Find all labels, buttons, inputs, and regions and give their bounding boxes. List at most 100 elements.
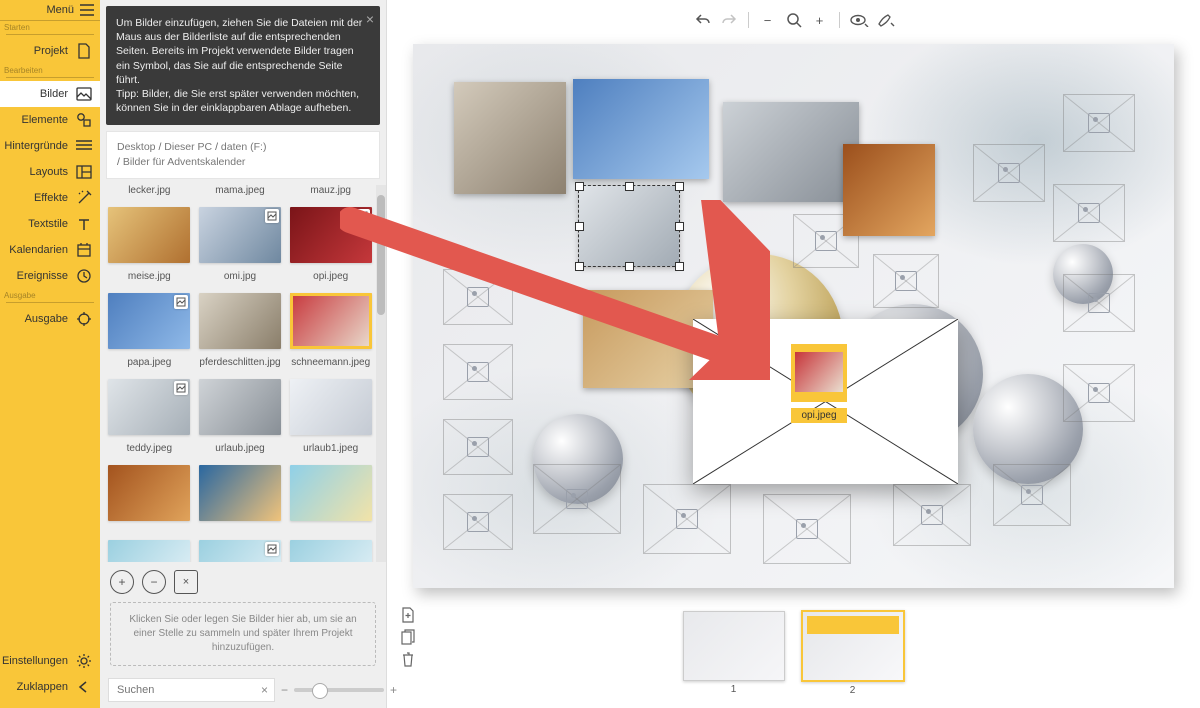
clear-search-icon[interactable]: × <box>261 683 268 697</box>
image-placeholder[interactable] <box>533 464 621 534</box>
duplicate-page-button[interactable] <box>399 628 417 646</box>
page-thumb-1[interactable]: 1 <box>683 611 785 695</box>
thumb-schneemann.jpeg[interactable] <box>290 379 372 435</box>
image-icon <box>76 86 92 102</box>
thumb-size-slider[interactable] <box>294 688 384 692</box>
nav-ereignisse[interactable]: Ereignisse <box>0 263 100 289</box>
thumb-urlaub1.jpeg[interactable] <box>290 465 372 521</box>
placed-photo-papa[interactable] <box>579 186 679 266</box>
image-icon <box>467 362 489 382</box>
page-thumb-2[interactable]: 2 <box>801 610 905 696</box>
zoom-out-icon[interactable]: − <box>281 683 288 697</box>
resize-handle[interactable] <box>575 222 584 231</box>
thumb-opi.jpeg[interactable] <box>290 293 372 349</box>
thumb-name: urlaub1.jpeg <box>303 443 358 454</box>
image-placeholder[interactable] <box>873 254 939 308</box>
menu-button[interactable]: Menü <box>0 0 100 21</box>
nav-ausgabe[interactable]: Ausgabe <box>0 306 100 332</box>
canvas-area: − + opi.jpeg 1 2 <box>387 0 1200 708</box>
textstyle-icon <box>76 216 92 232</box>
zoom-fit-button[interactable] <box>783 9 805 31</box>
nav-textstile[interactable]: Textstile <box>0 211 100 237</box>
image-placeholder[interactable] <box>443 419 513 475</box>
resize-handle[interactable] <box>675 222 684 231</box>
resize-handle[interactable] <box>625 262 634 271</box>
image-icon <box>467 512 489 532</box>
add-button[interactable]: + <box>110 570 134 594</box>
image-placeholder[interactable] <box>1063 274 1135 332</box>
remove-button[interactable]: − <box>142 570 166 594</box>
nav-zuklappen[interactable]: Zuklappen <box>0 674 100 700</box>
image-icon <box>566 489 588 509</box>
background-icon <box>76 138 92 154</box>
canvas[interactable]: opi.jpeg <box>413 44 1174 588</box>
crumb-pc[interactable]: Dieser PC <box>164 141 212 153</box>
effects-icon <box>76 190 92 206</box>
image-placeholder[interactable] <box>1053 184 1125 242</box>
image-placeholder[interactable] <box>763 494 851 564</box>
close-icon[interactable]: × <box>366 10 374 29</box>
thumb-urlaub.jpeg[interactable] <box>199 465 281 521</box>
thumb-teddy.jpeg[interactable] <box>108 465 190 521</box>
thumb-image[interactable] <box>108 540 190 562</box>
thumb-papa.jpeg[interactable] <box>108 379 190 435</box>
image-placeholder[interactable] <box>643 484 731 554</box>
image-icon <box>815 231 837 251</box>
image-placeholder[interactable] <box>1063 364 1135 422</box>
nav-effekte[interactable]: Effekte <box>0 185 100 211</box>
image-placeholder[interactable] <box>893 484 971 546</box>
events-icon <box>76 268 92 284</box>
search-input[interactable] <box>115 683 261 697</box>
scrollbar[interactable] <box>376 185 386 562</box>
image-placeholder[interactable] <box>993 464 1071 526</box>
tip-box: × Um Bilder einzufügen, ziehen Sie die D… <box>106 6 380 125</box>
crumb-folder[interactable]: Bilder für Adventskalender <box>123 156 246 168</box>
redo-button[interactable] <box>718 9 740 31</box>
placed-photo-teddy[interactable] <box>843 144 935 236</box>
thumb-mama.jpeg[interactable] <box>199 207 281 263</box>
thumb-omi.jpg[interactable] <box>199 293 281 349</box>
resize-handle[interactable] <box>625 182 634 191</box>
view-menu[interactable] <box>848 9 870 31</box>
page-number-2: 2 <box>850 685 856 696</box>
image-placeholder[interactable] <box>973 144 1045 202</box>
zoom-in-button[interactable]: + <box>809 9 831 31</box>
nav-einstellungen[interactable]: Einstellungen <box>0 648 100 674</box>
tools-menu[interactable] <box>874 9 896 31</box>
zoom-out-button[interactable]: − <box>757 9 779 31</box>
nav-layouts[interactable]: Layouts <box>0 159 100 185</box>
nav-kalendarien[interactable]: Kalendarien <box>0 237 100 263</box>
delete-page-button[interactable] <box>399 650 417 668</box>
placed-photo-meise[interactable] <box>573 79 709 179</box>
thumb-lecker.jpg[interactable] <box>108 207 190 263</box>
resize-handle[interactable] <box>675 182 684 191</box>
thumb-image[interactable] <box>290 540 372 562</box>
resize-handle[interactable] <box>575 182 584 191</box>
placed-photo-omi[interactable] <box>454 82 566 194</box>
thumb-image[interactable] <box>199 540 281 562</box>
clear-button[interactable]: × <box>174 570 198 594</box>
placed-photo-pferdeschlitten[interactable] <box>723 102 859 202</box>
nav-elemente[interactable]: Elemente <box>0 107 100 133</box>
image-placeholder[interactable] <box>443 269 513 325</box>
image-icon <box>676 509 698 529</box>
nav-projekt[interactable]: Projekt <box>0 38 100 64</box>
resize-handle[interactable] <box>675 262 684 271</box>
thumb-mauz.jpg[interactable] <box>290 207 372 263</box>
crumb-drive[interactable]: daten (F:) <box>221 141 267 153</box>
resize-handle[interactable] <box>575 262 584 271</box>
image-placeholder[interactable] <box>443 494 513 550</box>
image-placeholder[interactable] <box>1063 94 1135 152</box>
page-tools <box>399 606 417 668</box>
image-placeholder[interactable] <box>443 344 513 400</box>
thumb-pferdeschlitten.jpg[interactable] <box>199 379 281 435</box>
add-page-button[interactable] <box>399 606 417 624</box>
dropzone[interactable]: Klicken Sie oder legen Sie Bilder hier a… <box>110 602 376 666</box>
undo-button[interactable] <box>692 9 714 31</box>
tip-text: Um Bilder einzufügen, ziehen Sie die Dat… <box>116 17 362 114</box>
crumb-desktop[interactable]: Desktop <box>117 141 156 153</box>
nav-hintergruende[interactable]: Hintergründe <box>0 133 100 159</box>
nav-bilder[interactable]: Bilder <box>0 81 100 107</box>
gear-icon <box>76 653 92 669</box>
thumb-meise.jpg[interactable] <box>108 293 190 349</box>
